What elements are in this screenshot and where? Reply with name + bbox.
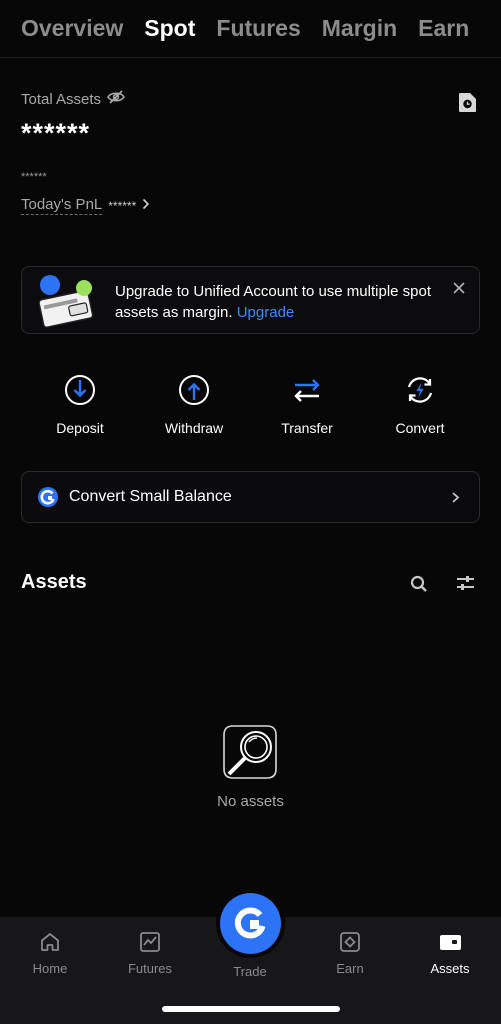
transfer-button[interactable]: Transfer (252, 374, 362, 436)
chevron-right-icon (451, 491, 460, 509)
total-assets-label: Total Assets (21, 90, 102, 108)
transfer-icon (294, 379, 320, 402)
upgrade-link[interactable]: Upgrade (237, 304, 295, 321)
convert-small-balance-label: Convert Small Balance (69, 488, 232, 505)
tab-spot[interactable]: Spot (144, 15, 195, 42)
empty-magnifier-icon (221, 723, 279, 781)
chevron-right-icon (142, 197, 150, 214)
transfer-label: Transfer (281, 420, 333, 436)
nav-home[interactable]: Home (0, 917, 100, 976)
eye-off-icon[interactable] (107, 90, 125, 108)
deposit-button[interactable]: Deposit (25, 374, 135, 436)
withdraw-button[interactable]: Withdraw (139, 374, 249, 436)
home-icon (41, 933, 59, 951)
withdraw-label: Withdraw (164, 420, 224, 436)
tab-margin[interactable]: Margin (322, 15, 397, 42)
nav-trade-label: Trade (233, 964, 267, 979)
tab-overview[interactable]: Overview (21, 15, 123, 42)
total-assets-value: ****** (21, 118, 91, 148)
convert-small-balance-row[interactable]: Convert Small Balance (21, 471, 480, 523)
wallet-illustration-icon (34, 273, 96, 331)
trade-button[interactable] (220, 893, 281, 954)
earn-icon (340, 932, 360, 952)
upgrade-banner: Upgrade to Unified Account to use multip… (21, 266, 480, 334)
tab-futures[interactable]: Futures (216, 15, 300, 42)
todays-pnl-value: ****** (108, 198, 137, 213)
nav-futures[interactable]: Futures (100, 917, 200, 976)
search-icon[interactable] (410, 575, 428, 598)
trade-logo-icon (234, 907, 266, 939)
nav-futures-label: Futures (127, 961, 173, 976)
assets-section-title: Assets (21, 571, 87, 593)
tab-earn[interactable]: Earn (418, 15, 469, 42)
nav-earn-label: Earn (336, 961, 364, 976)
todays-pnl-label: Today's PnL (21, 196, 103, 215)
history-icon[interactable] (458, 92, 477, 113)
deposit-icon (65, 375, 95, 405)
close-icon[interactable] (452, 281, 466, 295)
filter-sliders-icon[interactable] (456, 575, 475, 596)
nav-home-label: Home (32, 961, 68, 976)
nav-assets[interactable]: Assets (400, 917, 500, 976)
no-assets-text: No assets (217, 793, 284, 810)
convert-small-balance-icon (38, 487, 58, 507)
home-indicator (162, 1006, 340, 1012)
nav-earn[interactable]: Earn (300, 917, 400, 976)
top-tabs: Overview Spot Futures Margin Earn (0, 0, 501, 58)
nav-assets-label: Assets (430, 961, 470, 976)
futures-chart-icon (140, 932, 160, 952)
total-assets-secondary-value: ****** (21, 171, 47, 183)
wallet-icon (440, 935, 461, 950)
todays-pnl-row[interactable]: Today's PnL ****** (21, 196, 150, 215)
total-assets-header: Total Assets (21, 90, 125, 108)
withdraw-icon (179, 375, 209, 405)
convert-label: Convert (395, 420, 445, 436)
convert-button[interactable]: Convert (365, 374, 475, 436)
banner-text: Upgrade to Unified Account to use multip… (115, 281, 455, 323)
quick-actions: Deposit Withdraw Transfer Convert (21, 374, 480, 444)
convert-icon (407, 377, 433, 403)
deposit-label: Deposit (56, 420, 104, 436)
